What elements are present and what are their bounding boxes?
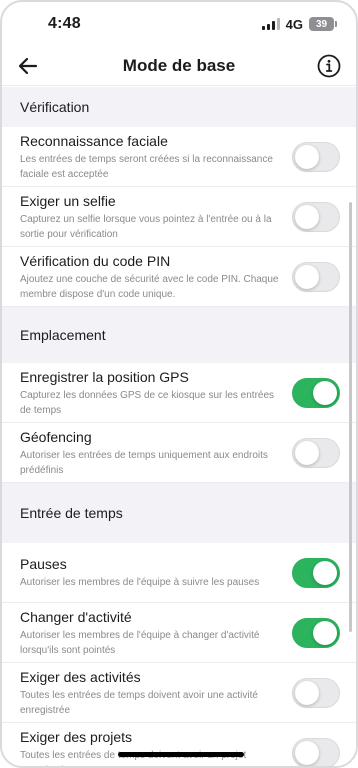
section-header-time-entry: Entrée de temps [2, 483, 356, 543]
setting-row-geofencing[interactable]: Géofencing Autoriser les entrées de temp… [2, 423, 356, 483]
setting-title: Exiger des activités [20, 668, 141, 685]
scrollbar[interactable] [349, 202, 352, 632]
setting-description: Capturez un selfie lorsque vous pointez … [20, 213, 272, 240]
page-title: Mode de base [122, 55, 236, 75]
setting-description: Autoriser les entrées de temps uniquemen… [20, 449, 268, 476]
nav-bar: Mode de base [2, 46, 356, 86]
section-header-location: Emplacement [2, 307, 356, 363]
breaks-toggle[interactable] [292, 557, 340, 588]
network-label: 4G [285, 16, 303, 32]
geofencing-toggle[interactable] [292, 437, 340, 468]
setting-row-require-activities[interactable]: Exiger des activités Toutes les entrées … [2, 663, 356, 723]
signal-icon [261, 18, 280, 30]
setting-title: Exiger des projets [20, 728, 133, 745]
setting-title: Exiger un selfie [20, 192, 116, 209]
section-title: Vérification [20, 99, 90, 115]
require-projects-toggle[interactable] [292, 737, 340, 766]
info-icon[interactable] [316, 53, 342, 79]
setting-title: Géofencing [20, 428, 92, 445]
section-header-verification: Vérification [2, 87, 356, 127]
pin-verification-toggle[interactable] [292, 261, 340, 292]
setting-description: Les entrées de temps seront créées si la… [20, 153, 273, 180]
setting-title: Reconnaissance faciale [20, 132, 168, 149]
home-indicator[interactable] [118, 752, 244, 757]
facial-recognition-toggle[interactable] [292, 141, 340, 172]
setting-row-facial-recognition[interactable]: Reconnaissance faciale Les entrées de te… [2, 127, 356, 187]
setting-row-change-activity[interactable]: Changer d'activité Autoriser les membres… [2, 603, 356, 663]
setting-description: Capturez les données GPS de ce kiosque s… [20, 389, 275, 416]
setting-title: Enregistrer la position GPS [20, 368, 189, 385]
change-activity-toggle[interactable] [292, 617, 340, 648]
status-bar: 4:48 4G 39 [2, 2, 356, 46]
setting-description: Autoriser les membres de l'équipe à suiv… [20, 577, 260, 588]
gps-position-toggle[interactable] [292, 377, 340, 408]
setting-description: Ajoutez une couche de sécurité avec le c… [20, 273, 279, 300]
setting-row-pin-verification[interactable]: Vérification du code PIN Ajoutez une cou… [2, 247, 356, 307]
require-activities-toggle[interactable] [292, 677, 340, 708]
setting-title: Vérification du code PIN [20, 252, 171, 269]
setting-row-breaks[interactable]: Pauses Autoriser les membres de l'équipe… [2, 543, 356, 603]
require-selfie-toggle[interactable] [292, 201, 340, 232]
back-arrow-icon[interactable] [14, 52, 42, 80]
section-title: Emplacement [20, 327, 106, 343]
status-time: 4:48 [48, 15, 81, 32]
setting-row-require-selfie[interactable]: Exiger un selfie Capturez un selfie lors… [2, 187, 356, 247]
setting-row-require-projects[interactable]: Exiger des projets Toutes les entrées de… [2, 723, 356, 766]
setting-title: Pauses [20, 556, 67, 572]
setting-description: Autoriser les membres de l'équipe à chan… [20, 629, 260, 656]
battery-icon: 39 [309, 17, 337, 31]
status-indicators: 4G 39 [261, 16, 337, 32]
setting-row-gps-position[interactable]: Enregistrer la position GPS Capturez les… [2, 363, 356, 423]
setting-title: Changer d'activité [20, 608, 132, 625]
settings-list: Vérification Reconnaissance faciale Les … [2, 87, 356, 766]
section-title: Entrée de temps [20, 505, 123, 521]
phone-screen: 4:48 4G 39 Mode de base Vérification Rec… [0, 0, 358, 768]
setting-description: Toutes les entrées de temps doivent avoi… [20, 689, 258, 716]
